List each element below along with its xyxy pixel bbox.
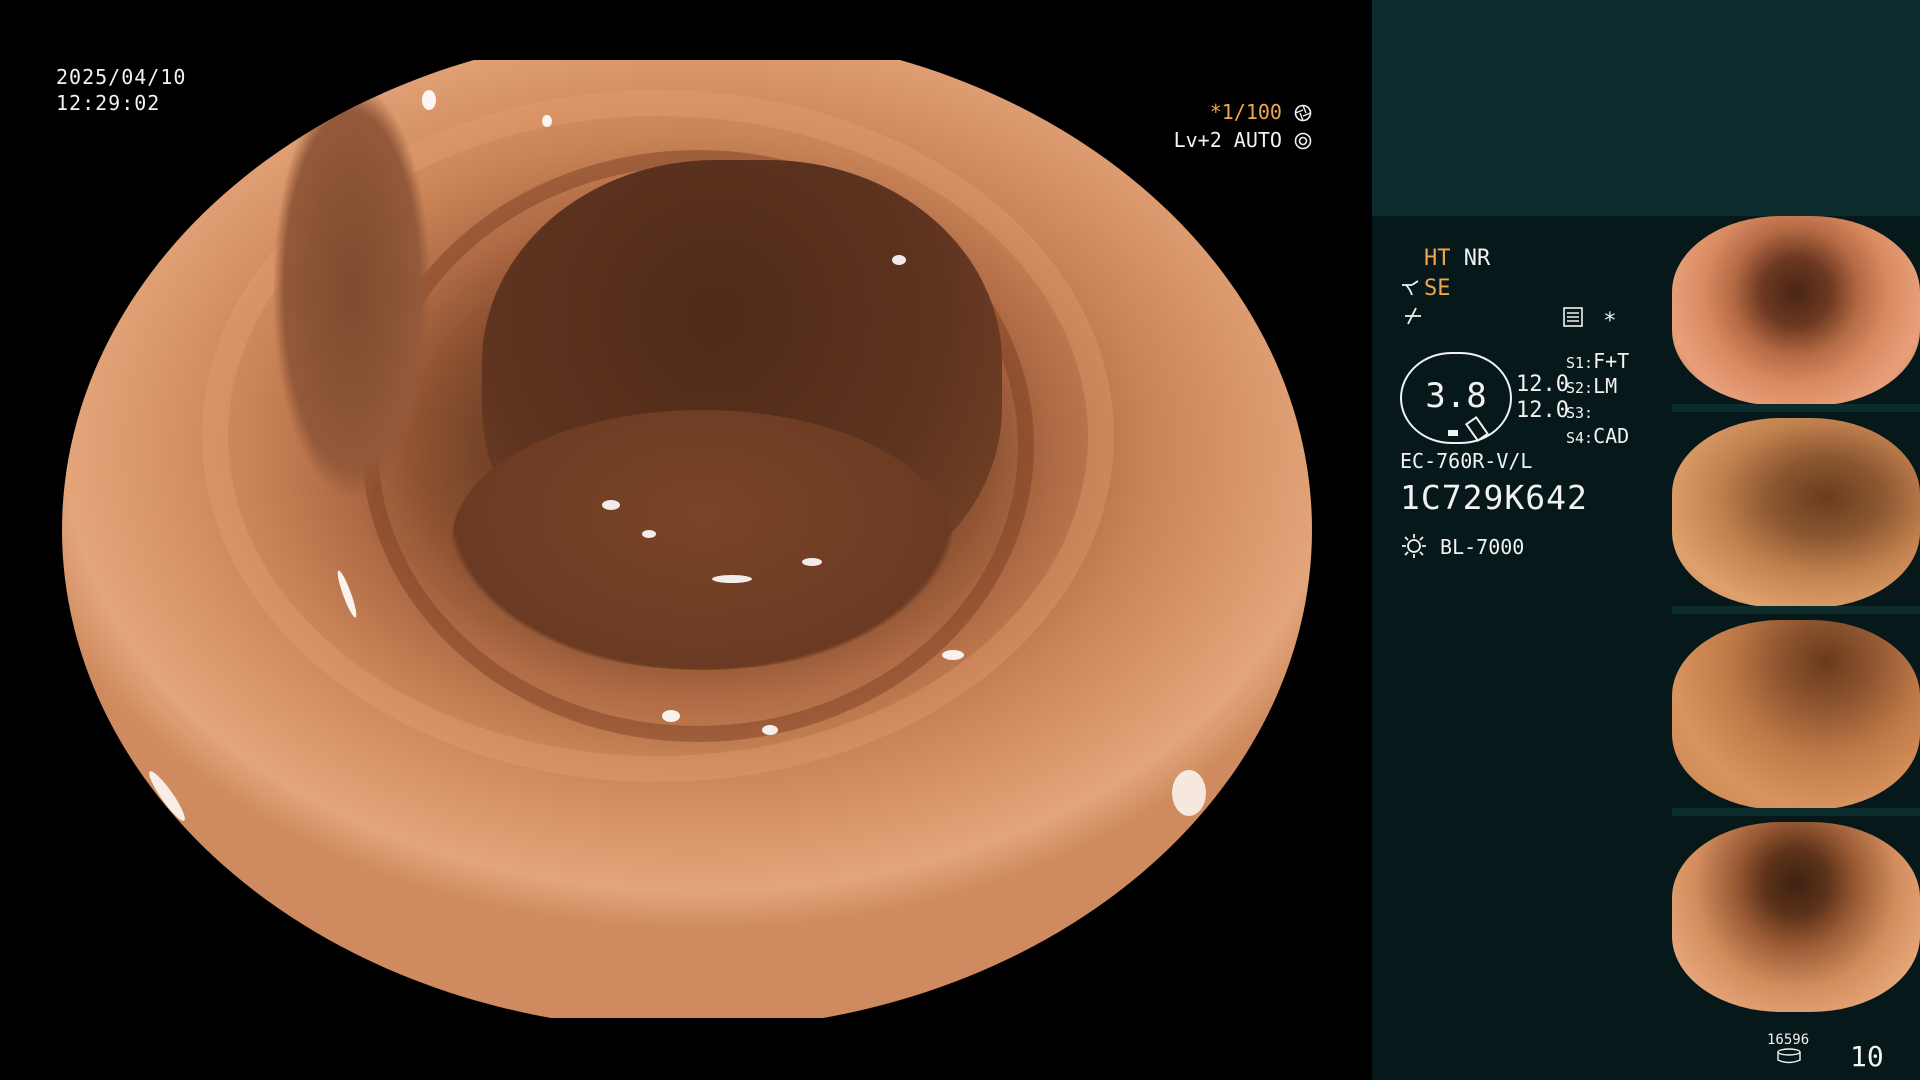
s4-label: S4:	[1566, 429, 1594, 447]
specular-highlight	[802, 558, 822, 566]
thumbnail-label: 1C729K642	[1676, 796, 1714, 804]
s1-value: F+T	[1593, 349, 1630, 373]
left-pocket	[272, 80, 432, 500]
sun-lamp-icon	[1402, 534, 1426, 558]
star-indicator: *	[1603, 309, 1617, 334]
gauge-indicator: 3.8	[1400, 352, 1512, 444]
se-label: SE	[1424, 276, 1451, 301]
thumbnail-label: 1C729K642	[1676, 392, 1714, 400]
contrast-icon	[1405, 307, 1421, 325]
specular-highlight	[602, 500, 620, 510]
s3-row: S3:	[1566, 398, 1593, 426]
date-time: 2025/04/10 12:29:02	[56, 64, 186, 116]
capture-count: 10	[1850, 1040, 1884, 1073]
specular-highlight	[762, 725, 778, 735]
s4-row: S4:CAD	[1566, 423, 1629, 451]
scope-model: EC-760R-V/L	[1400, 449, 1533, 473]
gauge-needle	[1464, 415, 1490, 443]
se-row: SE	[1400, 276, 1451, 302]
scope-serial: 1C729K642	[1400, 478, 1588, 517]
storage-count: 16596	[1767, 1032, 1809, 1068]
side-panel: HT NR SE * 3.8 12.0 12.0 S1:F+T S2:LM S3…	[1372, 0, 1920, 1080]
specular-highlight	[144, 767, 190, 825]
s4-value: CAD	[1593, 424, 1630, 448]
gauge-value: 3.8	[1425, 376, 1487, 416]
aperture-icon	[1294, 104, 1312, 122]
thumbnail-label: 1C729K642	[1676, 998, 1714, 1006]
brightness-level: Lv+2 AUTO	[1173, 128, 1282, 152]
fold-ridge	[452, 410, 952, 670]
s1-label: S1:	[1566, 354, 1594, 372]
specular-highlight	[1172, 770, 1206, 816]
time: 12:29:02	[56, 91, 161, 115]
thumbnail-label: 1C729K642	[1676, 594, 1714, 602]
endoscopic-image	[62, 30, 1312, 1030]
thumbnail-divider	[1672, 404, 1920, 412]
thumbnail-divider	[1672, 808, 1920, 816]
ht-nr-row: HT NR	[1424, 246, 1490, 272]
captured-thumbnail[interactable]: 1C729K642	[1672, 620, 1920, 810]
shutter-speed: *1/100	[1209, 100, 1282, 124]
s1-row: S1:F+T	[1566, 348, 1629, 376]
value-2: 12.0	[1516, 398, 1569, 423]
specular-highlight	[422, 90, 436, 110]
info-header-area	[1372, 0, 1920, 216]
specular-highlight	[542, 115, 552, 127]
s2-value: LM	[1593, 374, 1618, 398]
specular-highlight	[642, 530, 656, 538]
structure-enhance-icon	[1402, 280, 1419, 296]
exposure-readout: *1/100 Lv+2 AUTO	[1174, 98, 1312, 154]
mask-bottom	[0, 1018, 1372, 1080]
light-source-label: BL-7000	[1440, 535, 1525, 559]
database-icon	[1777, 1048, 1801, 1064]
captured-thumbnail[interactable]: 1C729K642	[1672, 418, 1920, 608]
s3-label: S3:	[1566, 404, 1594, 422]
specular-highlight	[942, 650, 964, 660]
value-1: 12.0	[1516, 372, 1569, 397]
contrast-row	[1402, 306, 1424, 333]
specular-highlight	[712, 575, 752, 583]
s2-label: S2:	[1566, 379, 1594, 397]
memory-card-icon	[1563, 307, 1583, 327]
specular-highlight	[662, 710, 680, 722]
mask-top	[0, 0, 1372, 60]
gauge-marker	[1448, 430, 1458, 436]
nr-label: NR	[1463, 246, 1491, 271]
specular-highlight	[82, 710, 104, 722]
light-source-row: BL-7000	[1400, 532, 1524, 560]
thumbnail-divider	[1672, 606, 1920, 614]
storage-count-value: 16596	[1767, 1032, 1810, 1048]
captured-thumbnail[interactable]: 1C729K642	[1672, 822, 1920, 1012]
s2-row: S2:LM	[1566, 373, 1617, 401]
ht-label: HT	[1424, 246, 1451, 271]
memory-row: *	[1562, 306, 1617, 335]
specular-highlight	[892, 255, 906, 265]
date: 2025/04/10	[56, 65, 187, 89]
endoscope-live-view: 2025/04/10 12:29:02 *1/100 Lv+2 AUTO	[0, 0, 1372, 1080]
captured-thumbnail[interactable]: 1C729K642	[1672, 216, 1920, 406]
iris-icon	[1294, 132, 1312, 150]
